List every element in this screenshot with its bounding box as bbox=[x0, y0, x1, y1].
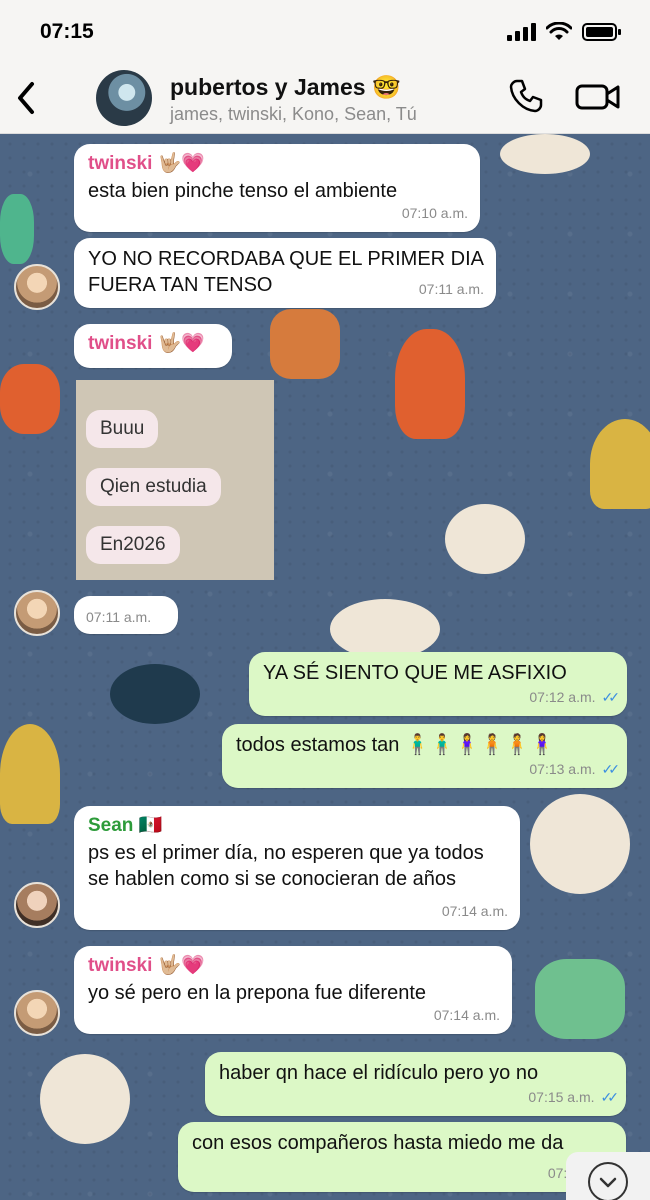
sender-name: twinski 🤟🏼💗 bbox=[88, 333, 205, 354]
message-bubble[interactable]: con esos compañeros hasta miedo me da 07… bbox=[178, 1122, 626, 1192]
message-meta: 07:11 a.m. bbox=[86, 604, 166, 630]
wallpaper-decoration bbox=[590, 419, 650, 509]
wallpaper-decoration bbox=[530, 794, 630, 894]
avatar[interactable] bbox=[14, 590, 60, 636]
wallpaper-decoration bbox=[330, 599, 440, 659]
back-chevron-icon[interactable] bbox=[12, 78, 42, 118]
sender-name: Sean 🇲🇽 bbox=[88, 815, 163, 836]
image-text: En2026 bbox=[86, 526, 180, 564]
message-text: ps es el primer día, no esperen que ya t… bbox=[88, 842, 484, 890]
scroll-to-bottom-button[interactable] bbox=[566, 1152, 650, 1200]
chat-header: pubertos y James 🤓 james, twinski, Kono,… bbox=[0, 62, 650, 134]
message-text: haber qn hace el ridículo pero yo no bbox=[219, 1062, 539, 1084]
message-meta: 07:12 a.m. ✓✓ bbox=[529, 684, 621, 710]
avatar[interactable] bbox=[14, 990, 60, 1036]
message-time: 07:13 a.m. bbox=[529, 761, 596, 777]
chat-members[interactable]: james, twinski, Kono, Sean, Tú bbox=[170, 104, 417, 125]
wallpaper-decoration bbox=[0, 364, 60, 434]
sender-name: twinski 🤟🏼💗 bbox=[88, 153, 205, 174]
sender-name: twinski 🤟🏼💗 bbox=[88, 955, 205, 976]
system-icons bbox=[506, 22, 622, 42]
message-time: 07:14 a.m. bbox=[441, 903, 508, 919]
message-text: YA SÉ SIENTO QUE ME ASFIXIO bbox=[263, 662, 567, 684]
wallpaper-decoration bbox=[500, 134, 590, 174]
wallpaper-decoration bbox=[535, 959, 625, 1039]
image-text: Buuu bbox=[86, 410, 159, 448]
message-meta: 07:14 a.m. bbox=[434, 1002, 500, 1028]
battery-icon bbox=[582, 23, 621, 41]
message-bubble[interactable]: todos estamos tan 🧍‍♂️🧍‍♂️🧍‍♀️🧍🧍🧍‍♀️ 07:… bbox=[222, 724, 627, 788]
wallpaper-decoration bbox=[110, 664, 200, 724]
wallpaper-decoration bbox=[0, 194, 34, 264]
avatar[interactable] bbox=[14, 264, 60, 310]
video-call-icon[interactable] bbox=[575, 80, 621, 114]
wifi-icon bbox=[546, 22, 572, 40]
message-time: 07:15 a.m. bbox=[528, 1089, 595, 1105]
read-ticks-icon: ✓✓ bbox=[600, 1089, 620, 1105]
message-bubble[interactable]: twinski 🤟🏼💗 yo sé pero en la prepona fue… bbox=[74, 946, 512, 1034]
message-bubble[interactable]: haber qn hace el ridículo pero yo no 07:… bbox=[205, 1052, 626, 1116]
phone-icon[interactable] bbox=[508, 78, 544, 114]
message-meta: 07:10 a.m. bbox=[402, 200, 468, 226]
wallpaper-decoration bbox=[395, 329, 465, 439]
wallpaper-decoration bbox=[445, 504, 525, 574]
wallpaper-decoration bbox=[40, 1054, 130, 1144]
avatar[interactable] bbox=[14, 882, 60, 928]
read-ticks-icon: ✓✓ bbox=[601, 761, 621, 777]
chat-title[interactable]: pubertos y James 🤓 bbox=[170, 74, 401, 101]
chevron-down-icon bbox=[588, 1162, 628, 1200]
message-bubble[interactable]: twinski 🤟🏼💗 bbox=[74, 324, 232, 368]
message-meta: 07:13 a.m. ✓✓ bbox=[529, 756, 621, 782]
read-ticks-icon: ✓✓ bbox=[601, 689, 621, 705]
message-time: 07:11 a.m. bbox=[86, 609, 152, 625]
message-time: 07:11 a.m. bbox=[418, 281, 484, 297]
message-bubble[interactable]: 07:11 a.m. bbox=[74, 596, 178, 634]
wallpaper-decoration bbox=[0, 724, 60, 824]
message-meta: 07:11 a.m. bbox=[419, 276, 484, 302]
message-time: 07:12 a.m. bbox=[529, 689, 596, 705]
message-bubble[interactable]: YA SÉ SIENTO QUE ME ASFIXIO 07:12 a.m. ✓✓ bbox=[249, 652, 627, 716]
status-bar: 07:15 bbox=[0, 0, 650, 62]
message-text: con esos compañeros hasta miedo me da bbox=[192, 1132, 564, 1154]
group-avatar[interactable] bbox=[96, 70, 152, 126]
message-meta: 07:15 a.m. ✓✓ bbox=[528, 1084, 620, 1110]
message-time: 07:14 a.m. bbox=[433, 1007, 500, 1023]
status-time: 07:15 bbox=[40, 20, 94, 43]
message-meta: 07:14 a.m. bbox=[442, 898, 508, 924]
chat-area[interactable]: twinski 🤟🏼💗 esta bien pinche tenso el am… bbox=[0, 134, 650, 1200]
image-text: Qien estudia bbox=[86, 468, 221, 506]
message-text: todos estamos tan 🧍‍♂️🧍‍♂️🧍‍♀️🧍🧍🧍‍♀️ bbox=[236, 734, 555, 756]
message-bubble[interactable]: YO NO RECORDABA QUE EL PRIMER DIA FUERA … bbox=[74, 238, 496, 308]
message-bubble[interactable]: Sean 🇲🇽 ps es el primer día, no esperen … bbox=[74, 806, 520, 930]
wallpaper-decoration bbox=[270, 309, 340, 379]
message-time: 07:10 a.m. bbox=[401, 205, 468, 221]
signal-icon bbox=[507, 23, 536, 41]
message-bubble[interactable]: twinski 🤟🏼💗 esta bien pinche tenso el am… bbox=[74, 144, 480, 232]
message-image[interactable]: Buuu Qien estudia En2026 bbox=[76, 380, 274, 580]
